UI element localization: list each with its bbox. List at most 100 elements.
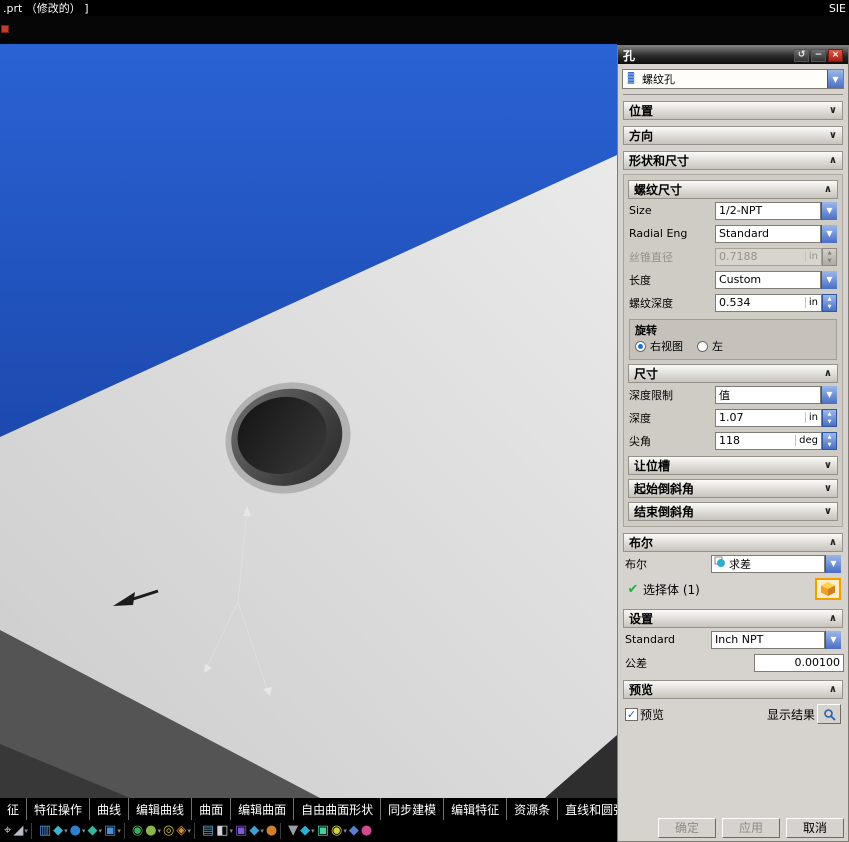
dropdown-arrow-icon[interactable]: ▼ — [821, 201, 837, 220]
radio-left-hand[interactable] — [697, 340, 708, 352]
chevron-up-icon[interactable]: ∧ — [824, 184, 832, 195]
bottom-toolbar-icon-11[interactable]: ● — [145, 821, 156, 841]
bottom-toolbar-icon-26[interactable]: ● — [361, 821, 372, 841]
icon-dropdown-arrow[interactable]: ▾ — [343, 827, 347, 835]
bottom-toolbar-icon-1[interactable]: ⌖ — [4, 821, 11, 841]
depth-input[interactable]: 1.07 in — [715, 408, 822, 427]
chevron-up-icon[interactable]: ∧ — [829, 537, 837, 548]
bottom-toolbar-icon-5[interactable]: ◆ — [53, 821, 63, 841]
bottom-toolbar-icon-2[interactable]: ◢ — [13, 821, 23, 841]
bottom-toolbar-icon-4[interactable]: ▥ — [39, 821, 51, 841]
chevron-down-icon[interactable]: ∨ — [829, 105, 837, 116]
3d-viewport[interactable] — [0, 44, 617, 798]
icon-dropdown-arrow[interactable]: ▾ — [230, 827, 234, 835]
dropdown-arrow-icon[interactable]: ▼ — [821, 224, 837, 243]
bottom-toolbar-icon-8[interactable]: ▣ — [104, 821, 116, 841]
icon-dropdown-arrow[interactable]: ▾ — [260, 827, 264, 835]
section-thread-size[interactable]: 螺纹尺寸 ∧ — [628, 180, 838, 199]
chevron-up-icon[interactable]: ∧ — [829, 684, 837, 695]
section-relief[interactable]: 让位槽 ∨ — [628, 456, 838, 475]
chevron-up-icon[interactable]: ∧ — [824, 368, 832, 379]
bottom-toolbar-icon-23[interactable]: ▣ — [317, 821, 329, 841]
dropdown-arrow-icon[interactable]: ▼ — [827, 70, 843, 88]
hole-type-combobox[interactable]: 螺纹孔 ▼ — [622, 69, 844, 89]
bottom-tab-11[interactable]: 直线和圆弧 — [558, 798, 617, 820]
depth-limit-combobox[interactable]: 值 — [715, 385, 821, 404]
bottom-toolbar-icon-16[interactable]: ◧ — [216, 821, 228, 841]
icon-dropdown-arrow[interactable]: ▾ — [117, 827, 121, 835]
tolerance-input[interactable]: 0.00100 — [754, 653, 844, 672]
standard-combobox[interactable]: Inch NPT — [711, 630, 825, 649]
dropdown-arrow-icon[interactable]: ▼ — [825, 630, 841, 649]
bottom-tab-10[interactable]: 资源条 — [507, 798, 559, 820]
bottom-toolbar-icon-25[interactable]: ◆ — [349, 821, 359, 841]
bottom-tab-7[interactable]: 自由曲面形状 — [294, 798, 382, 820]
bottom-tab-3[interactable]: 曲线 — [90, 798, 130, 820]
preview-checkbox[interactable]: ✓ — [625, 707, 638, 721]
section-dimensions[interactable]: 尺寸 ∧ — [628, 364, 838, 383]
section-direction[interactable]: 方向 ∨ — [623, 126, 843, 145]
icon-dropdown-arrow[interactable]: ▾ — [187, 827, 191, 835]
section-preview[interactable]: 预览 ∧ — [623, 680, 843, 699]
icon-dropdown-arrow[interactable]: ▾ — [24, 827, 28, 835]
radial-engage-combobox[interactable]: Standard — [715, 224, 821, 243]
bottom-tab-4[interactable]: 编辑曲线 — [129, 798, 193, 820]
bottom-toolbar-icon-19[interactable]: ● — [266, 821, 277, 841]
dialog-titlebar[interactable]: 孔 ↺ − × — [618, 46, 848, 64]
thread-depth-input[interactable]: 0.534 in — [715, 293, 822, 312]
ok-button[interactable]: 确定 — [658, 818, 716, 838]
section-start-chamfer[interactable]: 起始倒斜角 ∨ — [628, 479, 838, 498]
chevron-down-icon[interactable]: ∨ — [824, 483, 832, 494]
section-position[interactable]: 位置 ∨ — [623, 101, 843, 120]
bottom-toolbar-icon-15[interactable]: ▤ — [202, 821, 214, 841]
bottom-tab-8[interactable]: 同步建模 — [381, 798, 445, 820]
toolbar-fragment-icon[interactable] — [1, 25, 9, 33]
section-end-chamfer[interactable]: 结束倒斜角 ∨ — [628, 502, 838, 521]
bottom-toolbar-icon-7[interactable]: ◆ — [88, 821, 98, 841]
section-settings[interactable]: 设置 ∧ — [623, 609, 843, 628]
bottom-toolbar-icon-12[interactable]: ◎ — [163, 821, 174, 841]
chevron-down-icon[interactable]: ∨ — [829, 130, 837, 141]
bottom-tab-6[interactable]: 编辑曲面 — [231, 798, 295, 820]
bottom-toolbar-icon-10[interactable]: ◉ — [132, 821, 143, 841]
spinner-icon[interactable]: ▲ ▼ — [822, 431, 837, 450]
icon-dropdown-arrow[interactable]: ▾ — [82, 827, 86, 835]
bottom-tab-5[interactable]: 曲面 — [192, 798, 232, 820]
reset-icon[interactable]: ↺ — [794, 48, 809, 62]
close-icon[interactable]: × — [828, 48, 843, 62]
bottom-toolbar-icon-17[interactable]: ▣ — [235, 821, 247, 841]
dropdown-arrow-icon[interactable]: ▼ — [825, 554, 841, 573]
chevron-down-icon[interactable]: ∨ — [824, 460, 832, 471]
bottom-toolbar-icon-24[interactable]: ◉ — [331, 821, 342, 841]
bottom-tab-2[interactable]: 特征操作 — [27, 798, 91, 820]
show-result-button[interactable] — [817, 704, 841, 724]
select-body-button[interactable] — [815, 578, 841, 600]
section-shape[interactable]: 形状和尺寸 ∧ — [623, 151, 843, 170]
icon-dropdown-arrow[interactable]: ▾ — [158, 827, 162, 835]
bottom-tab-9[interactable]: 编辑特征 — [444, 798, 508, 820]
radio-right-hand[interactable] — [635, 340, 646, 352]
bottom-tab-1[interactable]: 征 — [0, 798, 28, 820]
chevron-down-icon[interactable]: ∨ — [824, 506, 832, 517]
apply-button[interactable]: 应用 — [722, 818, 780, 838]
dropdown-arrow-icon[interactable]: ▼ — [821, 385, 837, 404]
icon-dropdown-arrow[interactable]: ▾ — [64, 827, 68, 835]
spinner-icon[interactable]: ▲ ▼ — [822, 408, 837, 427]
bottom-toolbar-icon-18[interactable]: ◆ — [249, 821, 259, 841]
dropdown-arrow-icon[interactable]: ▼ — [821, 270, 837, 289]
icon-dropdown-arrow[interactable]: ▾ — [99, 827, 103, 835]
icon-dropdown-arrow[interactable]: ▾ — [311, 827, 315, 835]
cancel-button[interactable]: 取消 — [786, 818, 844, 838]
bottom-toolbar-icon-6[interactable]: ● — [70, 821, 81, 841]
boolean-combobox[interactable]: 求差 — [711, 554, 825, 573]
chevron-up-icon[interactable]: ∧ — [829, 613, 837, 624]
spinner-icon[interactable]: ▲ ▼ — [822, 293, 837, 312]
section-boolean[interactable]: 布尔 ∧ — [623, 533, 843, 552]
bottom-toolbar-icon-13[interactable]: ◈ — [176, 821, 186, 841]
tip-angle-input[interactable]: 118 deg — [715, 431, 822, 450]
minimize-icon[interactable]: − — [811, 48, 826, 62]
size-combobox[interactable]: 1/2-NPT — [715, 201, 821, 220]
length-combobox[interactable]: Custom — [715, 270, 821, 289]
bottom-toolbar-icon-21[interactable]: ▼ — [288, 821, 298, 841]
bottom-toolbar-icon-22[interactable]: ◆ — [300, 821, 310, 841]
